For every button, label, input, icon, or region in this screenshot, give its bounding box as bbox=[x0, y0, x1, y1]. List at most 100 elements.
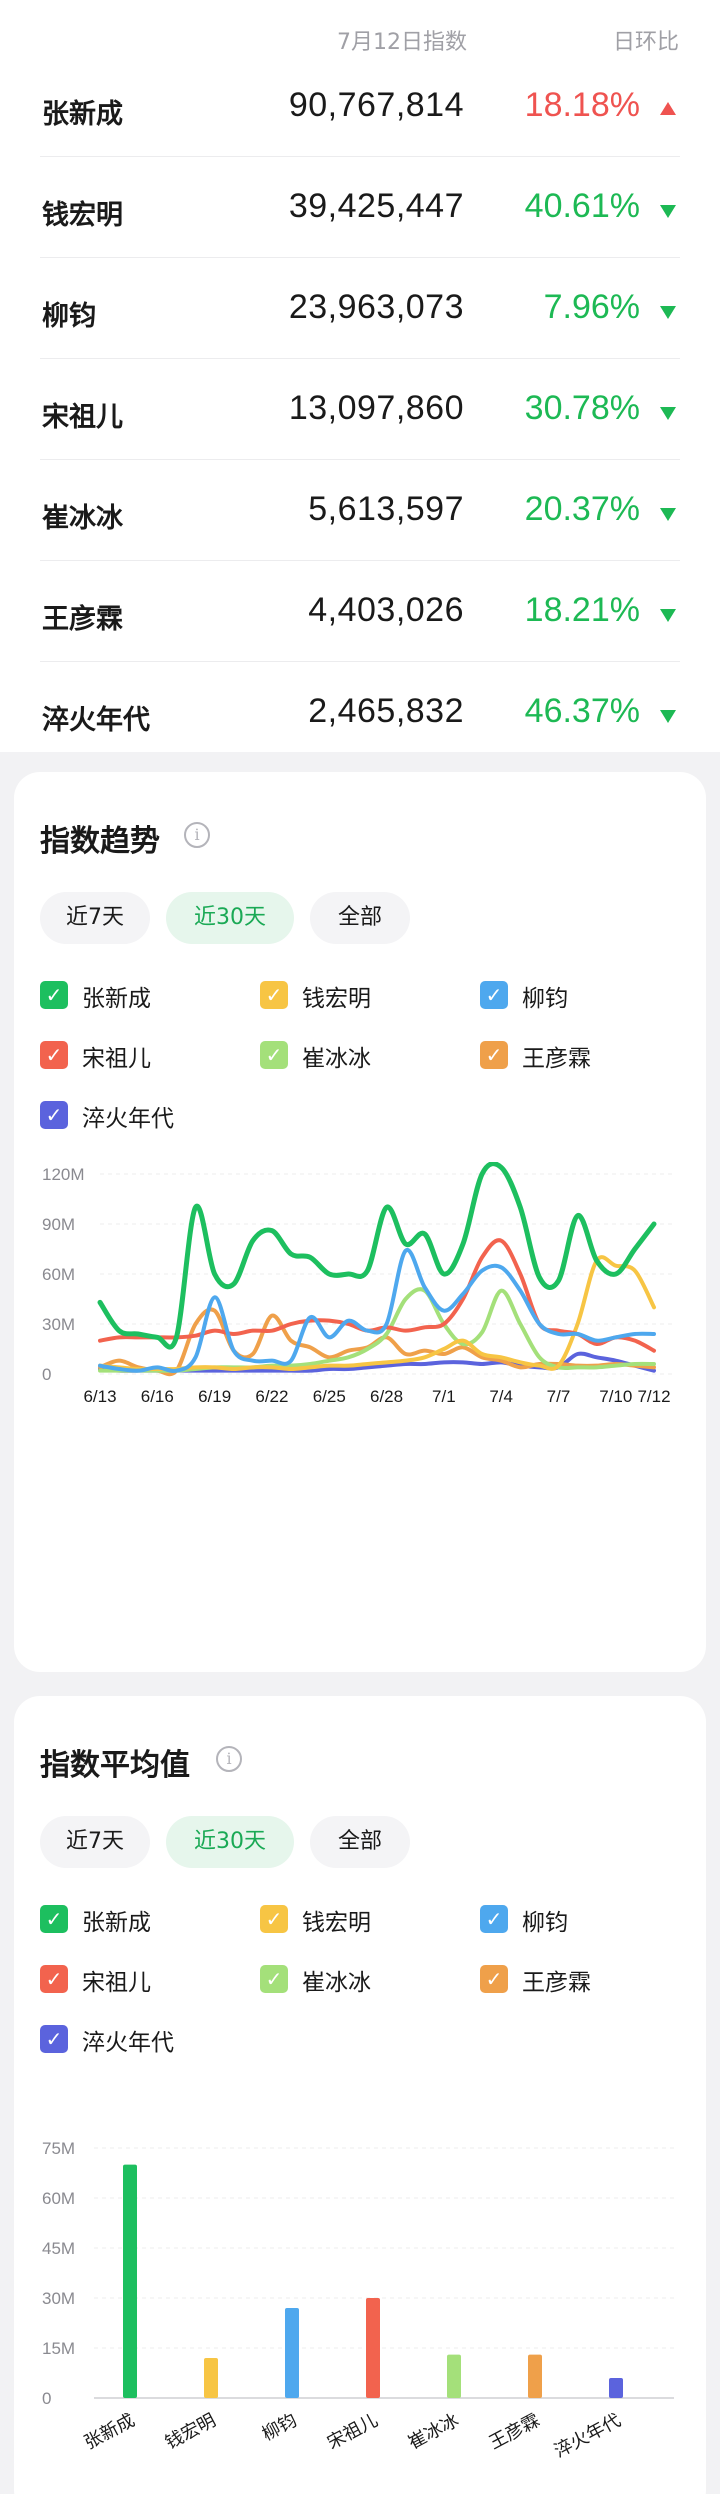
x-tick-label: 6/28 bbox=[370, 1387, 403, 1406]
arrow-down-icon bbox=[660, 407, 676, 420]
ranking-row[interactable]: 淬火年代 2,465,832 46.37% bbox=[40, 662, 680, 763]
bar-1[interactable] bbox=[204, 2358, 218, 2398]
legend-label: 淬火年代 bbox=[82, 1106, 174, 1132]
ranking-change: 18.21% bbox=[524, 591, 640, 629]
checkbox-checked-icon[interactable]: ✓ bbox=[480, 981, 508, 1009]
y-tick-label: 15M bbox=[42, 2339, 75, 2358]
trend-line-chart: 030M60M90M120M150M6/136/166/196/226/256/… bbox=[42, 1162, 674, 1406]
x-tick-label: 7/4 bbox=[489, 1387, 513, 1406]
checkbox-checked-icon[interactable]: ✓ bbox=[40, 2025, 68, 2053]
checkbox-checked-icon[interactable]: ✓ bbox=[480, 1041, 508, 1069]
x-category-label: 钱宏明 bbox=[162, 2410, 219, 2453]
ranking-row[interactable]: 崔冰冰 5,613,597 20.37% bbox=[40, 460, 680, 561]
average-bar-chart: 0 15M 30M 45M 60M 75M 张新成 钱宏明 柳钧 宋祖儿 崔冰冰 王彦霖 淬火年代 bbox=[42, 2139, 674, 2461]
ranking-name: 宋祖儿 bbox=[42, 402, 123, 433]
series-line-0[interactable] bbox=[97, 1162, 657, 1350]
x-tick-label: 6/16 bbox=[141, 1387, 174, 1406]
ranking-name: 钱宏明 bbox=[42, 200, 123, 231]
trend-title: 指数趋势 bbox=[40, 824, 160, 859]
y-tick-label: 60M bbox=[42, 2189, 75, 2208]
ranking-name: 淬火年代 bbox=[42, 705, 150, 736]
checkbox-checked-icon[interactable]: ✓ bbox=[40, 1041, 68, 1069]
ranking-value: 5,613,597 bbox=[308, 490, 464, 528]
legend-label: 张新成 bbox=[82, 1910, 151, 1936]
ranking-value: 23,963,073 bbox=[288, 288, 464, 326]
average-filter-0[interactable]: 近7天 bbox=[40, 1816, 150, 1868]
ranking-value: 13,097,860 bbox=[288, 389, 464, 427]
y-tick-label: 75M bbox=[42, 2139, 75, 2158]
x-tick-label: 7/12 bbox=[637, 1387, 670, 1406]
ranking-name: 柳钧 bbox=[42, 301, 96, 332]
bar-6[interactable] bbox=[609, 2378, 623, 2398]
x-tick-label: 6/22 bbox=[255, 1387, 288, 1406]
date-header: 7月12日指数 bbox=[337, 30, 467, 55]
legend-label: 宋祖儿 bbox=[82, 1970, 151, 1996]
legend-label: 钱宏明 bbox=[302, 986, 371, 1012]
legend-label: 崔冰冰 bbox=[302, 1970, 371, 1996]
arrow-up-icon bbox=[660, 102, 676, 115]
ranking-change: 18.18% bbox=[524, 86, 640, 124]
ranking-name: 崔冰冰 bbox=[42, 503, 123, 534]
x-tick-label: 7/7 bbox=[547, 1387, 571, 1406]
legend-label: 宋祖儿 bbox=[82, 1046, 151, 1072]
trend-filter-2[interactable]: 全部 bbox=[310, 892, 410, 944]
ranking-card: 7月12日指数 日环比 张新成 90,767,814 18.18% 钱宏明 39,425… bbox=[0, 0, 720, 752]
x-tick-label: 6/25 bbox=[313, 1387, 346, 1406]
checkbox-checked-icon[interactable]: ✓ bbox=[40, 981, 68, 1009]
bar-3[interactable] bbox=[366, 2298, 380, 2398]
legend-label: 王彦霖 bbox=[522, 1046, 591, 1072]
ranking-name: 张新成 bbox=[42, 99, 123, 130]
ranking-row[interactable]: 宋祖儿 13,097,860 30.78% bbox=[40, 359, 680, 460]
ranking-change: 20.37% bbox=[524, 490, 640, 528]
x-category-label: 张新成 bbox=[81, 2410, 138, 2453]
legend-label: 淬火年代 bbox=[82, 2030, 174, 2056]
average-title: 指数平均值 bbox=[40, 1748, 190, 1783]
x-tick-label: 6/19 bbox=[198, 1387, 231, 1406]
checkbox-checked-icon[interactable]: ✓ bbox=[260, 981, 288, 1009]
ranking-row[interactable]: 钱宏明 39,425,447 40.61% bbox=[40, 157, 680, 258]
change-header: 日环比 bbox=[613, 30, 680, 55]
info-icon[interactable]: i bbox=[216, 1746, 242, 1772]
checkbox-checked-icon[interactable]: ✓ bbox=[40, 1965, 68, 1993]
ranking-change: 40.61% bbox=[524, 187, 640, 225]
y-tick-label: 0 bbox=[42, 1365, 51, 1384]
bar-2[interactable] bbox=[285, 2308, 299, 2398]
checkbox-checked-icon[interactable]: ✓ bbox=[260, 1905, 288, 1933]
average-filter-2[interactable]: 全部 bbox=[310, 1816, 410, 1868]
x-category-label: 宋祖儿 bbox=[324, 2410, 381, 2453]
ranking-row[interactable]: 张新成 90,767,814 18.18% bbox=[40, 56, 680, 157]
y-tick-label: 90M bbox=[42, 1215, 75, 1234]
trend-filter-1[interactable]: 近30天 bbox=[166, 892, 294, 944]
legend-label: 柳钧 bbox=[522, 1910, 568, 1936]
y-tick-label: 120M bbox=[42, 1165, 85, 1184]
bar-0[interactable] bbox=[123, 2164, 137, 2398]
ranking-row[interactable]: 柳钧 23,963,073 7.96% bbox=[40, 258, 680, 359]
ranking-change: 46.37% bbox=[524, 692, 640, 730]
checkbox-checked-icon[interactable]: ✓ bbox=[40, 1905, 68, 1933]
x-tick-label: 7/1 bbox=[432, 1387, 456, 1406]
y-tick-label: 45M bbox=[42, 2239, 75, 2258]
checkbox-checked-icon[interactable]: ✓ bbox=[40, 1101, 68, 1129]
y-tick-label: 30M bbox=[42, 1315, 75, 1334]
ranking-change: 30.78% bbox=[524, 389, 640, 427]
arrow-down-icon bbox=[660, 205, 676, 218]
trend-filter-0[interactable]: 近7天 bbox=[40, 892, 150, 944]
legend-label: 钱宏明 bbox=[302, 1910, 371, 1936]
checkbox-checked-icon[interactable]: ✓ bbox=[260, 1965, 288, 1993]
ranking-change: 7.96% bbox=[543, 288, 640, 326]
checkbox-checked-icon[interactable]: ✓ bbox=[480, 1905, 508, 1933]
info-icon[interactable]: i bbox=[184, 822, 210, 848]
ranking-row[interactable]: 王彦霖 4,403,026 18.21% bbox=[40, 561, 680, 662]
x-category-label: 崔冰冰 bbox=[405, 2410, 462, 2453]
checkbox-checked-icon[interactable]: ✓ bbox=[480, 1965, 508, 1993]
average-filter-1[interactable]: 近30天 bbox=[166, 1816, 294, 1868]
bar-4[interactable] bbox=[447, 2354, 461, 2398]
trend-card: 指数趋势 i 近7天 近30天 全部 ✓ 张新成 ✓ 钱宏明 ✓ 柳钧 ✓ 宋祖儿 ✓ 崔冰冰 ✓ 王彦霖… bbox=[14, 772, 706, 1672]
legend-label: 张新成 bbox=[82, 986, 151, 1012]
bar-5[interactable] bbox=[528, 2354, 542, 2398]
x-tick-label: 7/10 bbox=[599, 1387, 632, 1406]
arrow-down-icon bbox=[660, 306, 676, 319]
ranking-value: 90,767,814 bbox=[288, 86, 464, 124]
arrow-down-icon bbox=[660, 609, 676, 622]
checkbox-checked-icon[interactable]: ✓ bbox=[260, 1041, 288, 1069]
